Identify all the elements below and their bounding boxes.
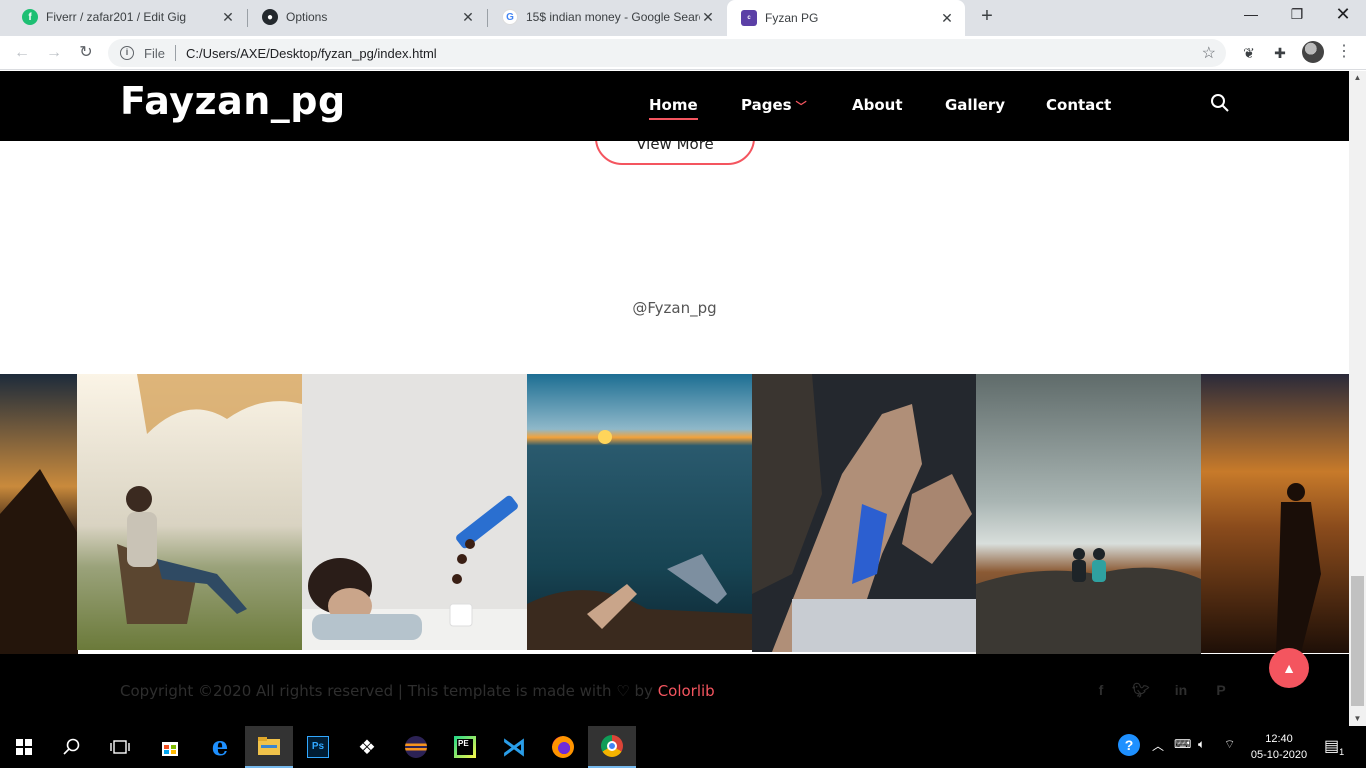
github-icon: ● <box>262 9 278 25</box>
copyright-prefix: Copyright ©2020 All rights reserved | Th… <box>120 682 612 700</box>
search-icon[interactable] <box>1210 93 1230 113</box>
notification-count: 1 <box>1339 747 1345 757</box>
info-icon[interactable]: i <box>120 46 134 60</box>
nav-about[interactable]: About <box>852 96 903 114</box>
pinterest-icon[interactable]: P <box>1212 682 1230 700</box>
store-icon[interactable] <box>146 726 194 768</box>
address-divider <box>174 45 176 61</box>
close-icon[interactable]: ✕ <box>460 9 476 26</box>
tab-title: Fyzan PG <box>765 11 819 25</box>
window-close-icon[interactable]: ✕ <box>1320 0 1366 30</box>
volume-icon[interactable]: 🔈︎ <box>1198 737 1205 752</box>
tab-github[interactable]: ● Options ✕ <box>248 0 486 34</box>
minimize-icon[interactable]: — <box>1228 0 1274 30</box>
edge-icon[interactable]: e <box>196 726 244 768</box>
scroll-up-icon[interactable]: ▲ <box>1349 71 1366 85</box>
scrollbar-thumb[interactable] <box>1351 576 1364 706</box>
colorlib-icon: c <box>741 10 757 26</box>
photoshop-icon[interactable]: Ps <box>294 726 342 768</box>
twitter-icon[interactable]: 🐦︎ <box>1132 682 1150 700</box>
back-icon[interactable]: ← <box>10 42 34 64</box>
windows-start-icon[interactable] <box>0 726 48 768</box>
tab-fiverr[interactable]: f Fiverr / zafar201 / Edit Gig ✕ <box>8 0 246 34</box>
tab-title: 15$ indian money - Google Searc <box>526 10 700 24</box>
system-clock[interactable]: 12:40 05-10-2020 <box>1244 731 1314 763</box>
dropbox-icon[interactable]: ❖ <box>343 726 391 768</box>
hiker-sunset-photo[interactable] <box>1201 374 1349 653</box>
mountain-sunset-photo[interactable] <box>0 374 78 655</box>
man-on-chair-photo[interactable] <box>77 374 302 650</box>
show-hidden-icons-icon[interactable]: ︿ <box>1152 737 1164 754</box>
couple-above-clouds-photo[interactable] <box>976 374 1201 657</box>
keyboard-language-icon[interactable]: ⌨ <box>1174 737 1191 751</box>
web-page: View More Fayzan_pg Home Pages ﹀ About Ga… <box>0 71 1349 726</box>
tab-title: Options <box>286 10 328 24</box>
browser-toolbar: ← → ↻ i File C:/Users/AXE/Desktop/fyzan_… <box>0 36 1366 70</box>
sea-sunset-photo[interactable] <box>527 374 752 650</box>
pycharm-edu-icon[interactable]: PE <box>441 726 489 768</box>
action-center-icon[interactable]: ▤1 <box>1324 736 1345 757</box>
hands-creative-photo[interactable] <box>752 374 976 652</box>
man-with-biscuits-photo[interactable] <box>302 374 527 650</box>
nav-contact[interactable]: Contact <box>1046 96 1111 114</box>
clock-date: 05-10-2020 <box>1250 749 1308 761</box>
copyright-by: by <box>634 682 653 700</box>
extensions-puzzle-icon[interactable]: ✚ <box>1271 44 1289 62</box>
chevron-down-icon: ﹀ <box>795 100 807 113</box>
facebook-icon[interactable]: f <box>1092 682 1110 700</box>
forward-icon[interactable]: → <box>42 42 66 64</box>
nav-pages[interactable]: Pages ﹀ <box>741 96 807 114</box>
instagram-photo-strip <box>0 374 1349 658</box>
instagram-handle[interactable]: @Fyzan_pg <box>0 299 1349 317</box>
reload-icon[interactable]: ↻ <box>74 42 98 64</box>
extension-bird-icon[interactable]: ❦ <box>1240 44 1258 62</box>
nav-gallery[interactable]: Gallery <box>945 96 1005 114</box>
linkedin-icon[interactable]: in <box>1172 682 1190 700</box>
copyright-text: Copyright ©2020 All rights reserved | Th… <box>120 682 715 700</box>
scheme-label: File <box>144 45 165 61</box>
help-notification-icon[interactable]: ? <box>1118 734 1140 756</box>
colorlib-link[interactable]: Colorlib <box>658 682 715 700</box>
tab-google[interactable]: G 15$ indian money - Google Searc ✕ <box>488 0 726 34</box>
google-icon: G <box>502 9 518 25</box>
windows-taskbar: e Ps ❖ PE ⋊ ? ︿ ⌨ 🔈︎ ⌔ 12:40 05-10-2020 … <box>0 726 1366 768</box>
clock-time: 12:40 <box>1265 733 1293 745</box>
profile-avatar[interactable] <box>1302 41 1324 63</box>
fiverr-icon: f <box>22 9 38 25</box>
close-icon[interactable]: ✕ <box>700 9 716 26</box>
nav-home[interactable]: Home <box>649 96 698 120</box>
site-header: Fayzan_pg Home Pages ﹀ About Gallery Cont… <box>0 71 1349 141</box>
heart-icon: ♡ <box>616 682 630 700</box>
eclipse-icon[interactable] <box>392 726 440 768</box>
task-view-icon[interactable] <box>96 726 144 768</box>
restore-icon[interactable]: ❐ <box>1274 0 1320 30</box>
site-logo[interactable]: Fayzan_pg <box>120 79 346 123</box>
bookmark-star-icon[interactable]: ☆ <box>1202 43 1216 63</box>
close-icon[interactable]: ✕ <box>220 9 236 26</box>
back-to-top-button[interactable]: ▲ <box>1269 648 1309 688</box>
file-explorer-icon[interactable] <box>245 726 293 768</box>
vscode-icon[interactable]: ⋊ <box>490 726 538 768</box>
wifi-icon[interactable]: ⌔ <box>1224 737 1235 752</box>
site-footer: Copyright ©2020 All rights reserved | Th… <box>0 654 1349 726</box>
nav-pages-label: Pages <box>741 96 792 114</box>
page-scrollbar[interactable]: ▲ ▼ <box>1349 71 1366 726</box>
chrome-icon[interactable] <box>588 726 636 768</box>
scroll-down-icon[interactable]: ▼ <box>1349 712 1366 726</box>
url-text[interactable]: C:/Users/AXE/Desktop/fyzan_pg/index.html <box>186 46 437 61</box>
tab-title: Fiverr / zafar201 / Edit Gig <box>46 10 187 24</box>
menu-kebab-icon[interactable]: ⋮ <box>1336 42 1352 62</box>
tab-fyzan-pg[interactable]: c Fyzan PG ✕ <box>727 0 965 36</box>
close-icon[interactable]: ✕ <box>939 10 955 27</box>
browser-tab-bar: f Fiverr / zafar201 / Edit Gig ✕ ● Optio… <box>0 0 1366 36</box>
address-bar[interactable]: i File C:/Users/AXE/Desktop/fyzan_pg/ind… <box>108 39 1226 67</box>
firefox-icon[interactable] <box>539 726 587 768</box>
taskbar-search-icon[interactable] <box>48 726 96 768</box>
new-tab-icon[interactable]: + <box>976 5 998 27</box>
